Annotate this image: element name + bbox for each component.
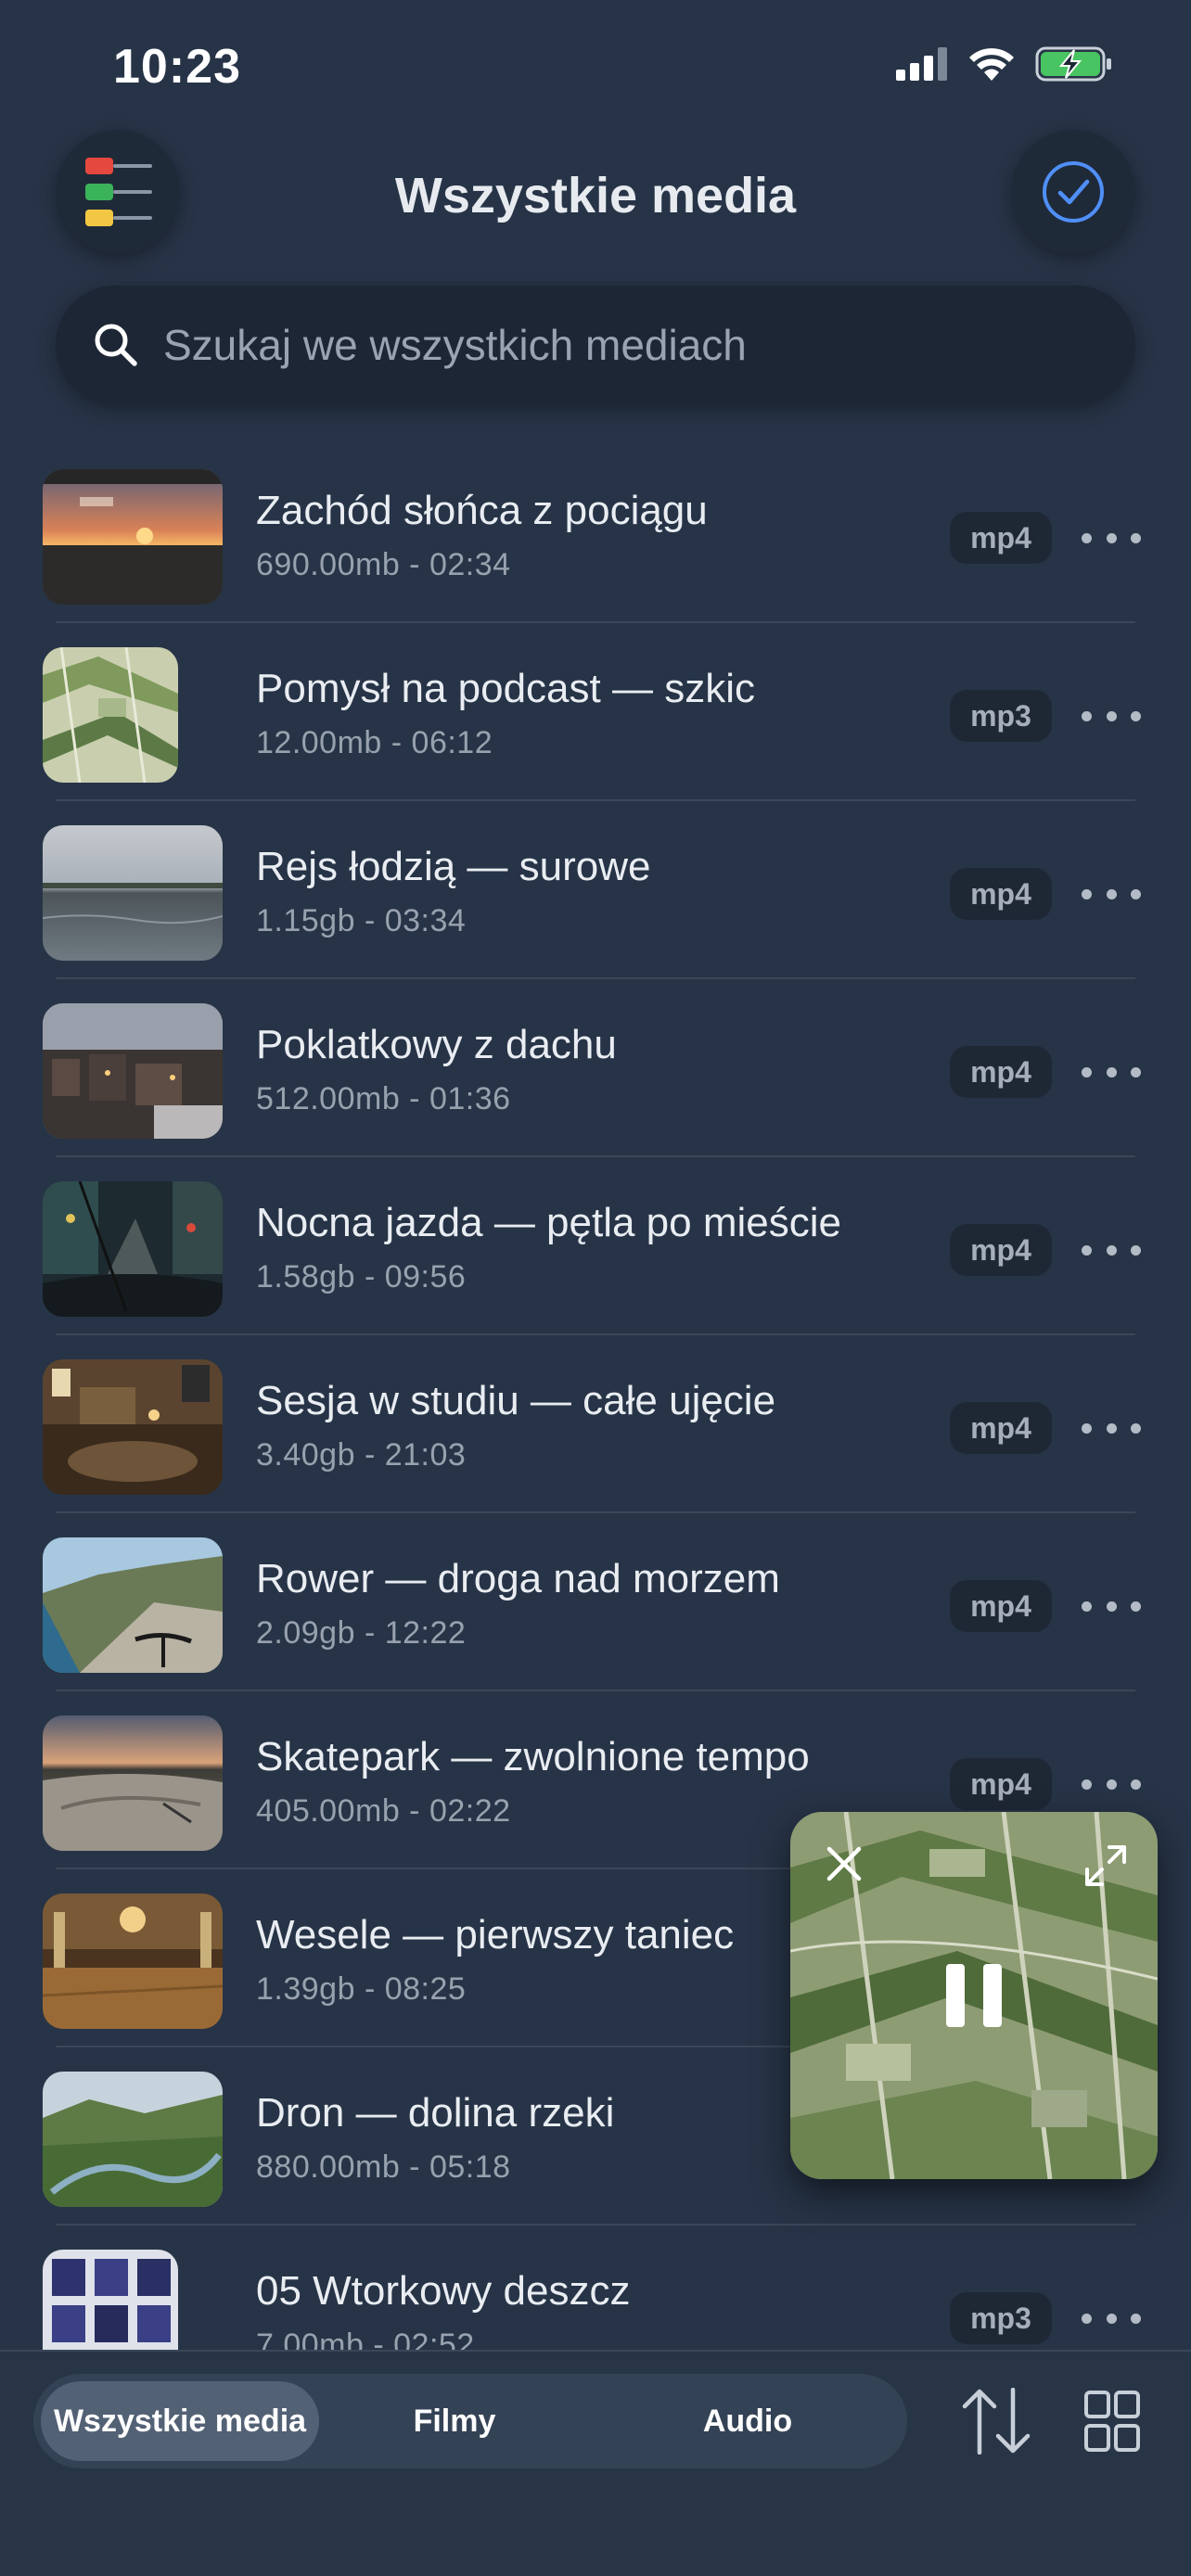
type-badge: mp4 bbox=[950, 1046, 1052, 1098]
status-time: 10:23 bbox=[113, 40, 241, 94]
type-badge: mp3 bbox=[950, 2292, 1052, 2344]
list-item[interactable]: Sesja w studiu — całe ujęcie 3.40gb - 21… bbox=[0, 1335, 1191, 1513]
list-item[interactable]: Rower — droga nad morzem 2.09gb - 12:22 … bbox=[0, 1513, 1191, 1691]
close-icon bbox=[826, 1846, 862, 1881]
header: Wszystkie media bbox=[0, 130, 1191, 260]
type-badge: mp4 bbox=[950, 1758, 1052, 1810]
item-meta: 880.00mb - 05:18 bbox=[256, 2149, 511, 2185]
search-bar[interactable] bbox=[56, 286, 1135, 404]
more-options-button[interactable] bbox=[1076, 1408, 1146, 1448]
type-badge: mp4 bbox=[950, 1224, 1052, 1276]
more-options-button[interactable] bbox=[1076, 2298, 1146, 2339]
item-title: 05 Wtorkowy deszcz bbox=[256, 2268, 631, 2314]
thumbnail bbox=[43, 1003, 223, 1139]
more-options-button[interactable] bbox=[1076, 695, 1146, 736]
ellipsis-icon bbox=[1082, 1600, 1092, 1612]
thumbnail bbox=[43, 647, 178, 783]
expand-button[interactable] bbox=[1078, 1838, 1133, 1894]
item-meta: 690.00mb - 02:34 bbox=[256, 547, 511, 582]
more-options-button[interactable] bbox=[1076, 874, 1146, 914]
select-button[interactable] bbox=[1011, 130, 1135, 254]
type-badge: mp4 bbox=[950, 868, 1052, 920]
grid-view-icon bbox=[1084, 2391, 1140, 2452]
more-options-button[interactable] bbox=[1076, 1586, 1146, 1626]
pause-button[interactable] bbox=[946, 1964, 1002, 2027]
ellipsis-icon bbox=[1082, 1244, 1092, 1256]
thumbnail bbox=[43, 825, 223, 961]
item-meta: 1.39gb - 08:25 bbox=[256, 1971, 467, 2007]
item-title: Wesele — pierwszy taniec bbox=[256, 1912, 735, 1958]
close-button[interactable] bbox=[818, 1838, 870, 1890]
tab-all-media[interactable]: Wszystkie media bbox=[41, 2381, 319, 2461]
expand-icon bbox=[1085, 1845, 1126, 1886]
list-item[interactable]: Nocna jazda — pętla po mieście 1.58gb - … bbox=[0, 1157, 1191, 1335]
sort-arrows-icon bbox=[962, 2388, 1031, 2455]
thumbnail bbox=[43, 1894, 223, 2029]
thumbnail bbox=[43, 1715, 223, 1851]
item-title: Poklatkowy z dachu bbox=[256, 1022, 617, 1067]
thumbnail bbox=[43, 1359, 223, 1495]
list-item[interactable]: Zachód słońca z pociągu 690.00mb - 02:34… bbox=[0, 445, 1191, 623]
item-meta: 1.15gb - 03:34 bbox=[256, 903, 467, 938]
ellipsis-icon bbox=[1082, 1066, 1092, 1078]
ellipsis-icon bbox=[1082, 532, 1092, 543]
item-title: Rower — droga nad morzem bbox=[256, 1556, 780, 1601]
sort-button[interactable] bbox=[959, 2379, 1033, 2463]
item-title: Sesja w studiu — całe ujęcie bbox=[256, 1378, 776, 1423]
item-title: Pomysł na podcast — szkic bbox=[256, 666, 755, 711]
thumbnail bbox=[43, 1181, 223, 1317]
ellipsis-icon bbox=[1082, 888, 1092, 899]
ellipsis-icon bbox=[1082, 2313, 1092, 2324]
thumbnail bbox=[43, 2072, 223, 2207]
item-meta: 2.09gb - 12:22 bbox=[256, 1615, 467, 1651]
type-badge: mp4 bbox=[950, 512, 1052, 564]
search-input[interactable] bbox=[163, 320, 1135, 370]
tab-audio[interactable]: Audio bbox=[655, 2381, 840, 2461]
item-title: Nocna jazda — pętla po mieście bbox=[256, 1200, 841, 1245]
item-meta: 12.00mb - 06:12 bbox=[256, 725, 493, 760]
type-badge: mp4 bbox=[950, 1580, 1052, 1632]
mini-player[interactable] bbox=[790, 1812, 1158, 2179]
item-title: Rejs łodzią — surowe bbox=[256, 844, 651, 889]
pause-icon bbox=[946, 1964, 965, 2027]
more-options-button[interactable] bbox=[1076, 517, 1146, 558]
tab-movies[interactable]: Filmy bbox=[362, 2381, 547, 2461]
status-icons bbox=[896, 46, 1113, 82]
item-meta: 7.00mb - 02:52 bbox=[256, 2327, 475, 2350]
app-screen: 10:23 Wszystkie media Szukaj we wszystki… bbox=[0, 0, 1191, 2576]
ellipsis-icon bbox=[1082, 1422, 1092, 1434]
ellipsis-icon bbox=[1082, 1779, 1092, 1790]
item-meta: 405.00mb - 02:22 bbox=[256, 1793, 511, 1829]
item-title: Skatepark — zwolnione tempo bbox=[256, 1734, 810, 1779]
grid-view-button[interactable] bbox=[1083, 2385, 1141, 2457]
wifi-icon bbox=[969, 48, 1014, 81]
item-meta: 3.40gb - 21:03 bbox=[256, 1437, 467, 1473]
list-item[interactable]: Rejs łodzią — surowe 1.15gb - 03:34 mp4 bbox=[0, 801, 1191, 979]
filter-tabs: Wszystkie media Filmy Audio bbox=[33, 2374, 907, 2468]
search-icon bbox=[95, 324, 137, 366]
item-title: Dron — dolina rzeki bbox=[256, 2090, 615, 2136]
list-item[interactable]: 05 Wtorkowy deszcz 7.00mb - 02:52 mp3 bbox=[0, 2225, 1191, 2350]
checkmark-circle-icon bbox=[1043, 161, 1104, 223]
more-options-button[interactable] bbox=[1076, 1764, 1146, 1804]
type-badge: mp4 bbox=[950, 1402, 1052, 1454]
thumbnail bbox=[43, 1537, 223, 1673]
signal-icon bbox=[896, 47, 947, 81]
battery-charging-icon bbox=[1035, 46, 1111, 82]
list-item[interactable]: Poklatkowy z dachu 512.00mb - 01:36 mp4 bbox=[0, 979, 1191, 1157]
item-title: Zachód słońca z pociągu bbox=[256, 488, 708, 533]
ellipsis-icon bbox=[1082, 710, 1092, 721]
item-meta: 1.58gb - 09:56 bbox=[256, 1259, 467, 1294]
more-options-button[interactable] bbox=[1076, 1230, 1146, 1270]
list-item[interactable]: Pomysł na podcast — szkic 12.00mb - 06:1… bbox=[0, 623, 1191, 801]
bottom-bar: Wszystkie media Filmy Audio bbox=[0, 2350, 1191, 2576]
status-bar: 10:23 bbox=[0, 0, 1191, 130]
type-badge: mp3 bbox=[950, 690, 1052, 742]
thumbnail bbox=[43, 469, 223, 605]
item-meta: 512.00mb - 01:36 bbox=[256, 1081, 511, 1116]
more-options-button[interactable] bbox=[1076, 1052, 1146, 1092]
thumbnail bbox=[43, 2250, 178, 2350]
